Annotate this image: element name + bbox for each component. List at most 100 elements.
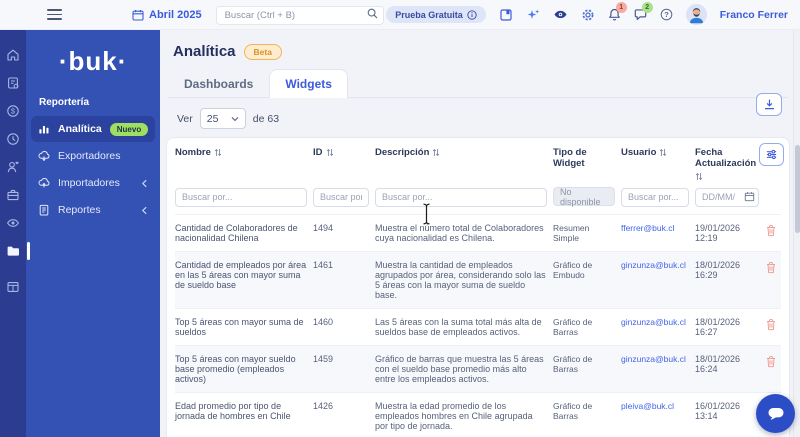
chat-bubble-icon bbox=[768, 407, 783, 420]
filter-nombre-input[interactable] bbox=[175, 187, 307, 207]
report-icon bbox=[39, 204, 49, 216]
trash-icon[interactable] bbox=[765, 224, 777, 237]
sidebar-item-importadores[interactable]: Importadores bbox=[31, 170, 155, 196]
sidebar-item-label: Importadores bbox=[58, 177, 120, 189]
trash-icon[interactable] bbox=[765, 318, 777, 331]
total-label: de 63 bbox=[252, 112, 280, 125]
column-header-descripcion[interactable]: Descripción bbox=[375, 147, 547, 158]
tab-dashboards[interactable]: Dashboards bbox=[168, 69, 269, 98]
filter-button[interactable] bbox=[759, 143, 784, 166]
sort-icon bbox=[214, 148, 222, 157]
svg-text:$: $ bbox=[11, 107, 16, 116]
bell-icon[interactable]: 1 bbox=[608, 2, 627, 21]
widget-id: 1461 bbox=[313, 259, 334, 270]
filter-row: No disponible bbox=[175, 185, 781, 214]
sidebar-item-analitica[interactable]: Analítica Nuevo bbox=[31, 116, 156, 142]
filter-tipo-disabled: No disponible bbox=[553, 187, 615, 207]
search-input[interactable] bbox=[215, 5, 384, 25]
global-search bbox=[215, 5, 384, 25]
widget-name: Cantidad de empleados por área en las 5 … bbox=[175, 259, 307, 290]
table-row: Edad promedio por tipo de jornada de hom… bbox=[175, 391, 781, 437]
download-icon bbox=[764, 99, 774, 110]
widget-id: 1426 bbox=[313, 400, 334, 411]
widget-description: Muestra el número total de Colaboradores… bbox=[375, 222, 544, 243]
cloud-upload-icon bbox=[38, 177, 50, 188]
filter-descripcion-input[interactable] bbox=[375, 187, 547, 207]
user-email-link[interactable]: pleiva@buk.cl bbox=[621, 401, 674, 411]
help-icon[interactable]: ? bbox=[660, 8, 673, 21]
buk-logo: ·buk· bbox=[58, 46, 128, 76]
filter-usuario-input[interactable] bbox=[621, 187, 689, 207]
tasks-icon[interactable] bbox=[0, 74, 26, 92]
trial-badge-label: Prueba Gratuita bbox=[395, 9, 463, 20]
svg-text:?: ? bbox=[664, 10, 669, 19]
home-icon[interactable] bbox=[0, 46, 26, 64]
avatar[interactable] bbox=[685, 4, 707, 25]
period-label: Abril 2025 bbox=[149, 8, 202, 21]
widget-updated-at: 18/01/2026 16:27 bbox=[695, 316, 741, 337]
payments-icon[interactable]: $ bbox=[0, 102, 26, 120]
menu-icon[interactable] bbox=[47, 9, 62, 20]
chevron-left-icon bbox=[141, 179, 148, 188]
section-label: Reportería bbox=[39, 97, 90, 108]
sort-icon bbox=[695, 172, 703, 181]
chat-icon[interactable]: 2 bbox=[634, 2, 653, 21]
filter-id-input[interactable] bbox=[313, 187, 369, 207]
topbar: Abril 2025 Prueba Gratuita 1 2 bbox=[0, 0, 800, 30]
user-email-link[interactable]: ginzunza@buk.cl bbox=[621, 354, 686, 364]
search-icon bbox=[367, 8, 378, 19]
sort-icon bbox=[660, 148, 667, 157]
sparkle-icon[interactable] bbox=[526, 8, 540, 22]
table-row: Cantidad de Colaboradores de nacionalida… bbox=[175, 213, 781, 251]
widget-description: Muestra la edad promedio de los empleado… bbox=[375, 400, 533, 431]
column-header-id[interactable]: ID bbox=[313, 147, 369, 158]
topbar-actions: Prueba Gratuita 1 2 ? Franco Ferrer bbox=[386, 2, 788, 25]
user-email-link[interactable]: fferrer@buk.cl bbox=[621, 223, 674, 233]
trial-badge[interactable]: Prueba Gratuita bbox=[386, 6, 486, 23]
ver-label: Ver bbox=[177, 112, 193, 125]
sidebar-panel: ·buk· Reportería Analítica Nuevo Exporta… bbox=[26, 30, 161, 437]
talent-icon[interactable] bbox=[0, 214, 26, 232]
gear-icon[interactable] bbox=[581, 8, 595, 22]
sidebar-item-label: Reportes bbox=[58, 204, 101, 216]
save-icon[interactable] bbox=[499, 8, 513, 22]
widget-id: 1494 bbox=[313, 222, 334, 233]
widget-updated-at: 19/01/2026 12:19 bbox=[695, 222, 741, 243]
column-header-fecha[interactable]: Fecha Actualización bbox=[695, 147, 759, 181]
trash-icon[interactable] bbox=[765, 355, 777, 368]
column-header-nombre[interactable]: Nombre bbox=[175, 147, 307, 158]
sort-icon bbox=[326, 148, 333, 157]
page-size-select[interactable]: 25 bbox=[199, 108, 246, 129]
briefcase-icon[interactable] bbox=[0, 186, 26, 204]
page-title: Analítica bbox=[173, 43, 236, 60]
message-badge: 2 bbox=[641, 2, 653, 13]
widget-type: Gráfico de Embudo bbox=[553, 259, 593, 280]
widget-type: Gráfico de Barras bbox=[553, 400, 593, 421]
sidebar-item-reportes[interactable]: Reportes bbox=[31, 197, 155, 223]
widget-name: Top 5 áreas con mayor suma de sueldos bbox=[175, 316, 304, 337]
board-icon[interactable] bbox=[0, 278, 26, 296]
nuevo-badge: Nuevo bbox=[109, 122, 149, 136]
sidebar-item-exportadores[interactable]: Exportadores bbox=[31, 143, 155, 169]
cloud-download-icon bbox=[38, 150, 50, 162]
documents-icon[interactable] bbox=[0, 242, 30, 260]
widget-id: 1459 bbox=[313, 353, 334, 364]
clock-icon[interactable] bbox=[0, 130, 26, 148]
icon-rail: $ bbox=[0, 30, 30, 437]
trash-icon[interactable] bbox=[765, 261, 777, 274]
user-name[interactable]: Franco Ferrer bbox=[720, 9, 788, 21]
widget-updated-at: 18/01/2026 16:29 bbox=[695, 259, 741, 280]
chat-fab-button[interactable] bbox=[756, 394, 795, 433]
period-selector[interactable]: Abril 2025 bbox=[132, 9, 202, 21]
page-scrollbar bbox=[793, 30, 800, 437]
table-header: Nombre ID Descripción Tipo de Widget Usu… bbox=[175, 140, 781, 185]
people-icon[interactable] bbox=[0, 158, 26, 176]
user-email-link[interactable]: ginzunza@buk.cl bbox=[621, 317, 686, 327]
download-button[interactable] bbox=[756, 93, 782, 116]
tab-widgets[interactable]: Widgets bbox=[269, 69, 348, 98]
user-email-link[interactable]: ginzunza@buk.cl bbox=[621, 260, 686, 270]
scrollbar-thumb[interactable] bbox=[795, 145, 800, 233]
notification-badge: 1 bbox=[615, 2, 627, 13]
column-header-usuario[interactable]: Usuario bbox=[621, 147, 689, 158]
eye-icon[interactable] bbox=[553, 9, 568, 20]
